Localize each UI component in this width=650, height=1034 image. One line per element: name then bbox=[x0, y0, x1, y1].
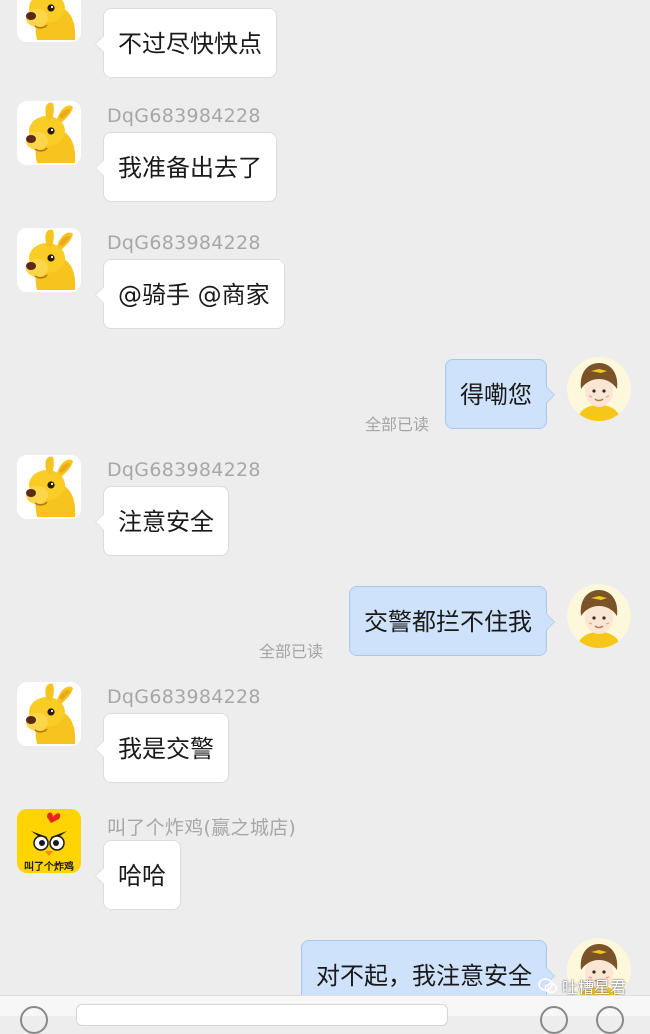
kangaroo-avatar-icon[interactable] bbox=[17, 101, 81, 165]
add-icon[interactable] bbox=[596, 1006, 624, 1034]
input-bar bbox=[0, 995, 650, 1034]
message-bubble[interactable]: 注意安全 bbox=[95, 486, 229, 556]
kangaroo-avatar-icon[interactable] bbox=[17, 682, 81, 746]
message-bubble[interactable]: @骑手 @商家 bbox=[95, 259, 285, 329]
kangaroo-avatar-icon[interactable] bbox=[17, 228, 81, 292]
message-bubble[interactable]: 我是交警 bbox=[95, 713, 229, 783]
sender-name: 叫了个炸鸡(赢之城店) bbox=[107, 817, 297, 839]
message-bubble[interactable]: 得嘞您 bbox=[445, 359, 555, 429]
chat-area[interactable]: 不过尽快快点 DqG683984228 我准备出去了 DqG683984228 … bbox=[0, 0, 650, 1015]
sender-name: DqG683984228 bbox=[107, 686, 261, 708]
message-bubble[interactable]: 交警都拦不住我 bbox=[349, 586, 555, 656]
message-bubble[interactable]: 哈哈 bbox=[95, 840, 181, 910]
fried-chicken-logo-icon[interactable]: 叫了个炸鸡 bbox=[17, 809, 81, 873]
read-status: 全部已读 bbox=[258, 642, 323, 661]
wechat-icon bbox=[538, 978, 558, 994]
logo-text: 叫了个炸鸡 bbox=[24, 862, 74, 873]
read-status: 全部已读 bbox=[364, 415, 429, 434]
emoji-icon[interactable] bbox=[540, 1006, 568, 1034]
voice-icon[interactable] bbox=[20, 1006, 48, 1034]
rider-avatar-icon[interactable] bbox=[567, 584, 631, 648]
message-bubble[interactable]: 不过尽快快点 bbox=[95, 8, 277, 78]
rider-avatar-icon[interactable] bbox=[567, 357, 631, 421]
kangaroo-avatar-icon[interactable] bbox=[17, 0, 81, 42]
sender-name: DqG683984228 bbox=[107, 105, 261, 127]
message-input[interactable] bbox=[76, 1004, 448, 1026]
kangaroo-avatar-icon[interactable] bbox=[17, 455, 81, 519]
sender-name: DqG683984228 bbox=[107, 459, 261, 481]
sender-name: DqG683984228 bbox=[107, 232, 261, 254]
message-bubble[interactable]: 我准备出去了 bbox=[95, 132, 277, 202]
